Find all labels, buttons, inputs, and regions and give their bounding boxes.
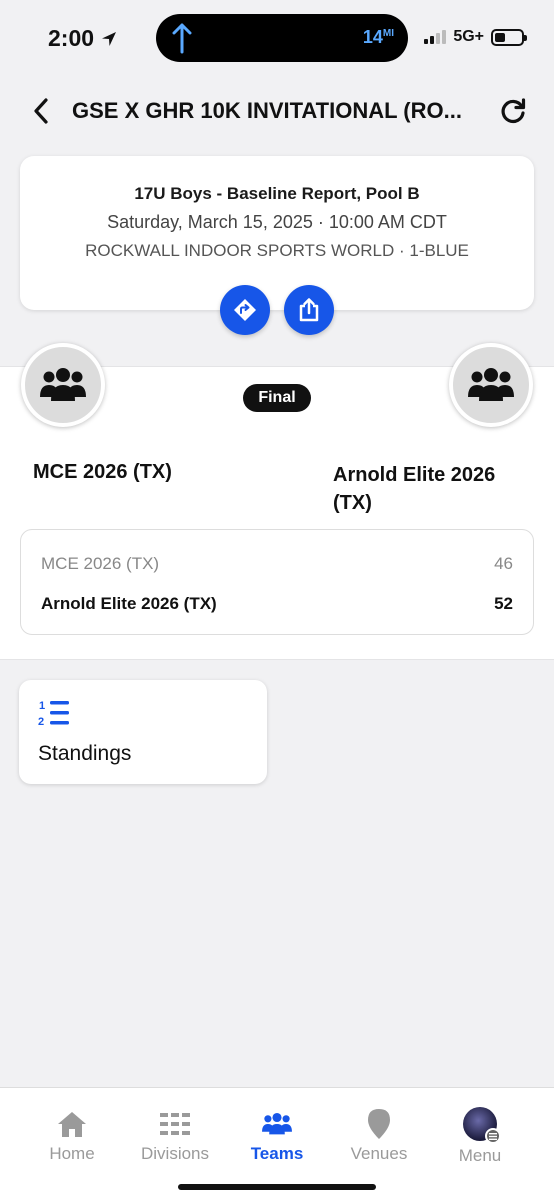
header: GSE X GHR 10K INVITATIONAL (RO...: [0, 88, 554, 134]
tab-label: Divisions: [140, 1144, 210, 1163]
venue-text: ROCKWALL INDOOR SPORTS WORLD · 1-BLUE: [85, 241, 469, 260]
navigation-up-arrow-icon: [172, 23, 192, 54]
tab-venues[interactable]: Venues: [329, 1108, 429, 1164]
standings-label: Standings: [38, 742, 132, 765]
tab-menu[interactable]: Menu: [430, 1107, 530, 1166]
signal-bars-icon: [424, 30, 447, 44]
tab-label: Home: [49, 1144, 95, 1163]
tab-label: Menu: [458, 1146, 502, 1165]
tab-label: Venues: [350, 1144, 408, 1163]
score-value: 46: [494, 554, 513, 573]
numbered-list-icon: 1 2: [38, 700, 69, 728]
status-indicators: 5G+: [424, 28, 527, 46]
score-team-name: Arnold Elite 2026 (TX): [41, 594, 217, 613]
menu-lines-icon: [485, 1128, 501, 1144]
share-button[interactable]: [284, 285, 334, 335]
divisions-icon: [160, 1113, 190, 1135]
status-time: 2:00: [48, 25, 118, 52]
battery-icon: [491, 28, 527, 46]
teams-icon: [262, 1112, 292, 1135]
chevron-left-icon: [34, 98, 48, 124]
network-label: 5G+: [453, 28, 484, 45]
division-text: 17U Boys - Baseline Report, Pool B: [134, 184, 420, 203]
datetime-text: Saturday, March 15, 2025 · 10:00 AM CDT: [107, 212, 447, 232]
tab-label: Teams: [250, 1144, 304, 1163]
score-value: 52: [494, 594, 513, 613]
page-title: GSE X GHR 10K INVITATIONAL (RO...: [72, 98, 462, 123]
distance-unit: MI: [382, 28, 394, 39]
game-info-card: 17U Boys - Baseline Report, Pool B Satur…: [20, 156, 534, 310]
status-bar: 2:00 14MI 5G+: [0, 0, 554, 78]
tab-divisions[interactable]: Divisions: [125, 1108, 225, 1164]
score-row: Arnold Elite 2026 (TX) 52: [41, 594, 513, 614]
away-team-name[interactable]: Arnold Elite 2026 (TX): [333, 461, 533, 517]
home-team-name[interactable]: MCE 2026 (TX): [33, 461, 172, 484]
svg-text:1: 1: [39, 700, 45, 712]
home-icon: [58, 1112, 86, 1137]
score-card: MCE 2026 (TX) 46 Arnold Elite 2026 (TX) …: [20, 529, 534, 635]
home-indicator[interactable]: [178, 1184, 376, 1190]
directions-button[interactable]: [220, 285, 270, 335]
refresh-icon: [501, 98, 526, 124]
refresh-button[interactable]: [496, 94, 530, 128]
svg-text:2: 2: [38, 716, 44, 728]
away-team-avatar[interactable]: [449, 343, 533, 427]
tab-home[interactable]: Home: [22, 1108, 122, 1164]
score-team-name: MCE 2026 (TX): [41, 554, 160, 573]
navigation-distance: 14MI: [363, 27, 394, 48]
back-button[interactable]: [28, 96, 54, 126]
tab-teams[interactable]: Teams: [227, 1108, 327, 1164]
score-row: MCE 2026 (TX) 46: [41, 554, 513, 574]
directions-icon: [234, 299, 256, 321]
menu-avatar: [463, 1107, 501, 1144]
standings-card[interactable]: 1 2 Standings: [19, 680, 267, 784]
team-group-icon: [40, 368, 86, 401]
game-status-badge: Final: [243, 384, 311, 412]
team-group-icon: [468, 368, 514, 401]
venue-pin-icon: [368, 1109, 390, 1139]
location-arrow-icon: [102, 31, 117, 46]
home-team-avatar[interactable]: [21, 343, 105, 427]
dynamic-island[interactable]: 14MI: [156, 14, 408, 62]
distance-value: 14: [362, 27, 383, 47]
clock-text: 2:00: [48, 25, 95, 51]
share-icon: [299, 298, 319, 322]
